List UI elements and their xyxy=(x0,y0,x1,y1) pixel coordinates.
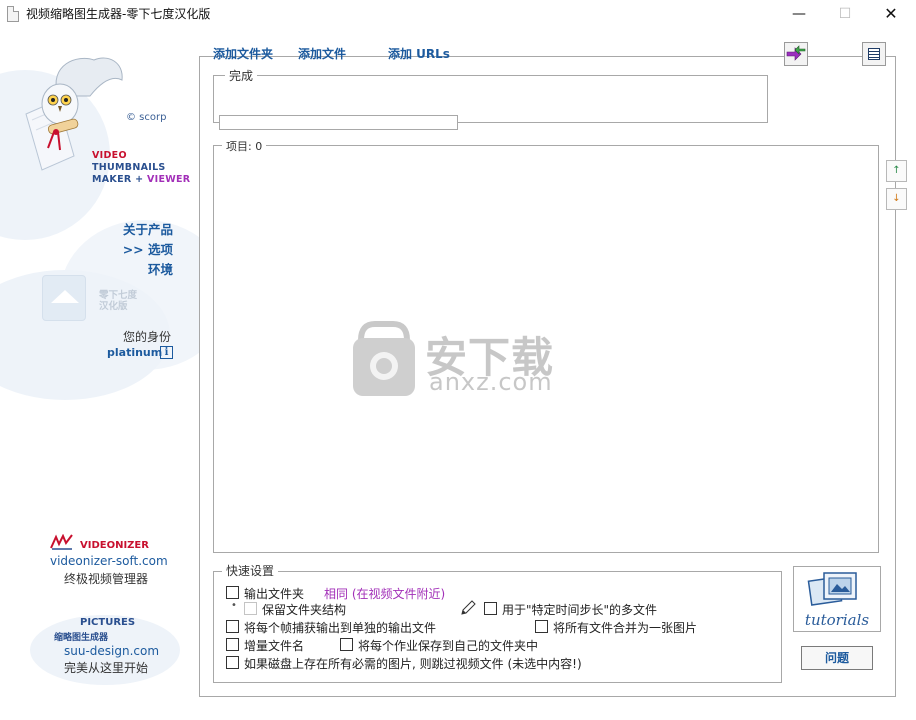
skip-existing-checkbox[interactable] xyxy=(226,656,239,669)
brand-video: VIDEO xyxy=(92,150,127,161)
info-icon[interactable]: i xyxy=(160,346,173,359)
videonizer-description: 终极视频管理器 xyxy=(64,572,149,586)
move-up-button[interactable]: ↑ xyxy=(886,160,907,182)
list-view-button[interactable] xyxy=(862,42,886,66)
sidebar: © scorp VIDEO THUMBNAILS MAKER + VIEWER … xyxy=(0,30,199,720)
interval-multi-checkbox[interactable] xyxy=(484,602,497,615)
items-caption: 项目: 0 xyxy=(222,138,267,154)
brand-maker: MAKER + xyxy=(92,174,147,185)
bullet-dot: • xyxy=(231,600,237,611)
film-frames-icon xyxy=(807,572,857,606)
ghost-text-line2: 汉化版 xyxy=(99,301,128,312)
keep-structure-label: 保留文件夹结构 xyxy=(262,603,347,617)
maximize-button[interactable]: ☐ xyxy=(822,0,868,30)
ghost-logo-icon xyxy=(42,275,86,321)
same-folder-link[interactable]: 相同 (在视频文件附近) xyxy=(324,585,445,602)
nav-options[interactable]: >> 选项 xyxy=(123,239,173,258)
swap-button[interactable] xyxy=(784,42,808,66)
merge-one-checkbox[interactable] xyxy=(535,620,548,633)
close-button[interactable]: ✕ xyxy=(868,0,914,30)
own-folder-checkbox[interactable] xyxy=(340,638,353,651)
nav-about-product[interactable]: 关于产品 xyxy=(123,219,173,238)
add-urls-link[interactable]: 添加 URLs xyxy=(388,45,450,62)
identity-label: 您的身份 xyxy=(122,330,171,344)
progress-caption: 完成 xyxy=(225,67,258,84)
videonizer-logo-icon xyxy=(50,534,73,550)
swap-arrows-icon xyxy=(786,45,806,61)
app-icon xyxy=(7,6,19,22)
increment-name-checkbox[interactable] xyxy=(226,638,239,651)
identity-value[interactable]: platinum xyxy=(107,346,162,359)
help-button[interactable]: 问题 xyxy=(801,646,873,670)
separate-files-label: 将每个帧捕获输出到单独的输出文件 xyxy=(244,621,437,635)
separate-files-checkbox[interactable] xyxy=(226,620,239,633)
output-folder-label: 输出文件夹 xyxy=(244,587,305,601)
progress-bar xyxy=(219,115,458,130)
add-file-link[interactable]: 添加文件 xyxy=(298,45,346,62)
skip-existing-label: 如果磁盘上存在所有必需的图片, 则跳过视频文件 (未选中内容!) xyxy=(244,657,582,671)
increment-name-label: 增量文件名 xyxy=(244,639,305,653)
nav-environment[interactable]: 环境 xyxy=(148,259,173,278)
brand-viewer: VIEWER xyxy=(146,174,191,185)
brand-thumbnails: THUMBNAILS xyxy=(92,162,166,173)
own-folder-label: 将每个作业保存到自己的文件夹中 xyxy=(358,639,539,653)
videonizer-name: VIDEONIZER xyxy=(80,540,149,551)
pictures-name: PICTURES xyxy=(80,617,136,628)
brand-maker-viewer: MAKER + VIEWER xyxy=(92,174,190,185)
output-folder-checkbox[interactable] xyxy=(226,586,239,599)
pictures-description: 完美从这里开始 xyxy=(64,661,149,675)
merge-one-label: 将所有文件合并为一张图片 xyxy=(553,621,698,635)
tutorials-button[interactable]: tutorials xyxy=(793,566,881,632)
videonizer-link[interactable]: videonizer-soft.com xyxy=(50,554,168,568)
tutorials-label: tutorials xyxy=(804,611,870,629)
keep-structure-checkbox[interactable] xyxy=(244,602,257,615)
window-title: 视频缩略图生成器-零下七度汉化版 xyxy=(26,7,211,21)
quick-settings-caption: 快速设置 xyxy=(222,562,279,579)
title-bar: 视频缩略图生成器-零下七度汉化版 — ☐ ✕ xyxy=(0,0,916,30)
watermark-url: anxz.com xyxy=(429,368,553,396)
minimize-button[interactable]: — xyxy=(776,0,822,30)
copyright-text: © scorp xyxy=(126,112,167,123)
add-folder-link[interactable]: 添加文件夹 xyxy=(213,45,273,62)
list-icon xyxy=(868,48,880,60)
pictures-subtitle: 缩略图生成器 xyxy=(54,633,109,643)
pen-icon[interactable] xyxy=(459,600,477,616)
move-down-button[interactable]: ↓ xyxy=(886,188,907,210)
interval-multi-label: 用于"特定时间步长"的多文件 xyxy=(502,603,658,617)
pictures-link[interactable]: suu-design.com xyxy=(64,644,159,658)
watermark-shield-icon xyxy=(353,321,415,396)
